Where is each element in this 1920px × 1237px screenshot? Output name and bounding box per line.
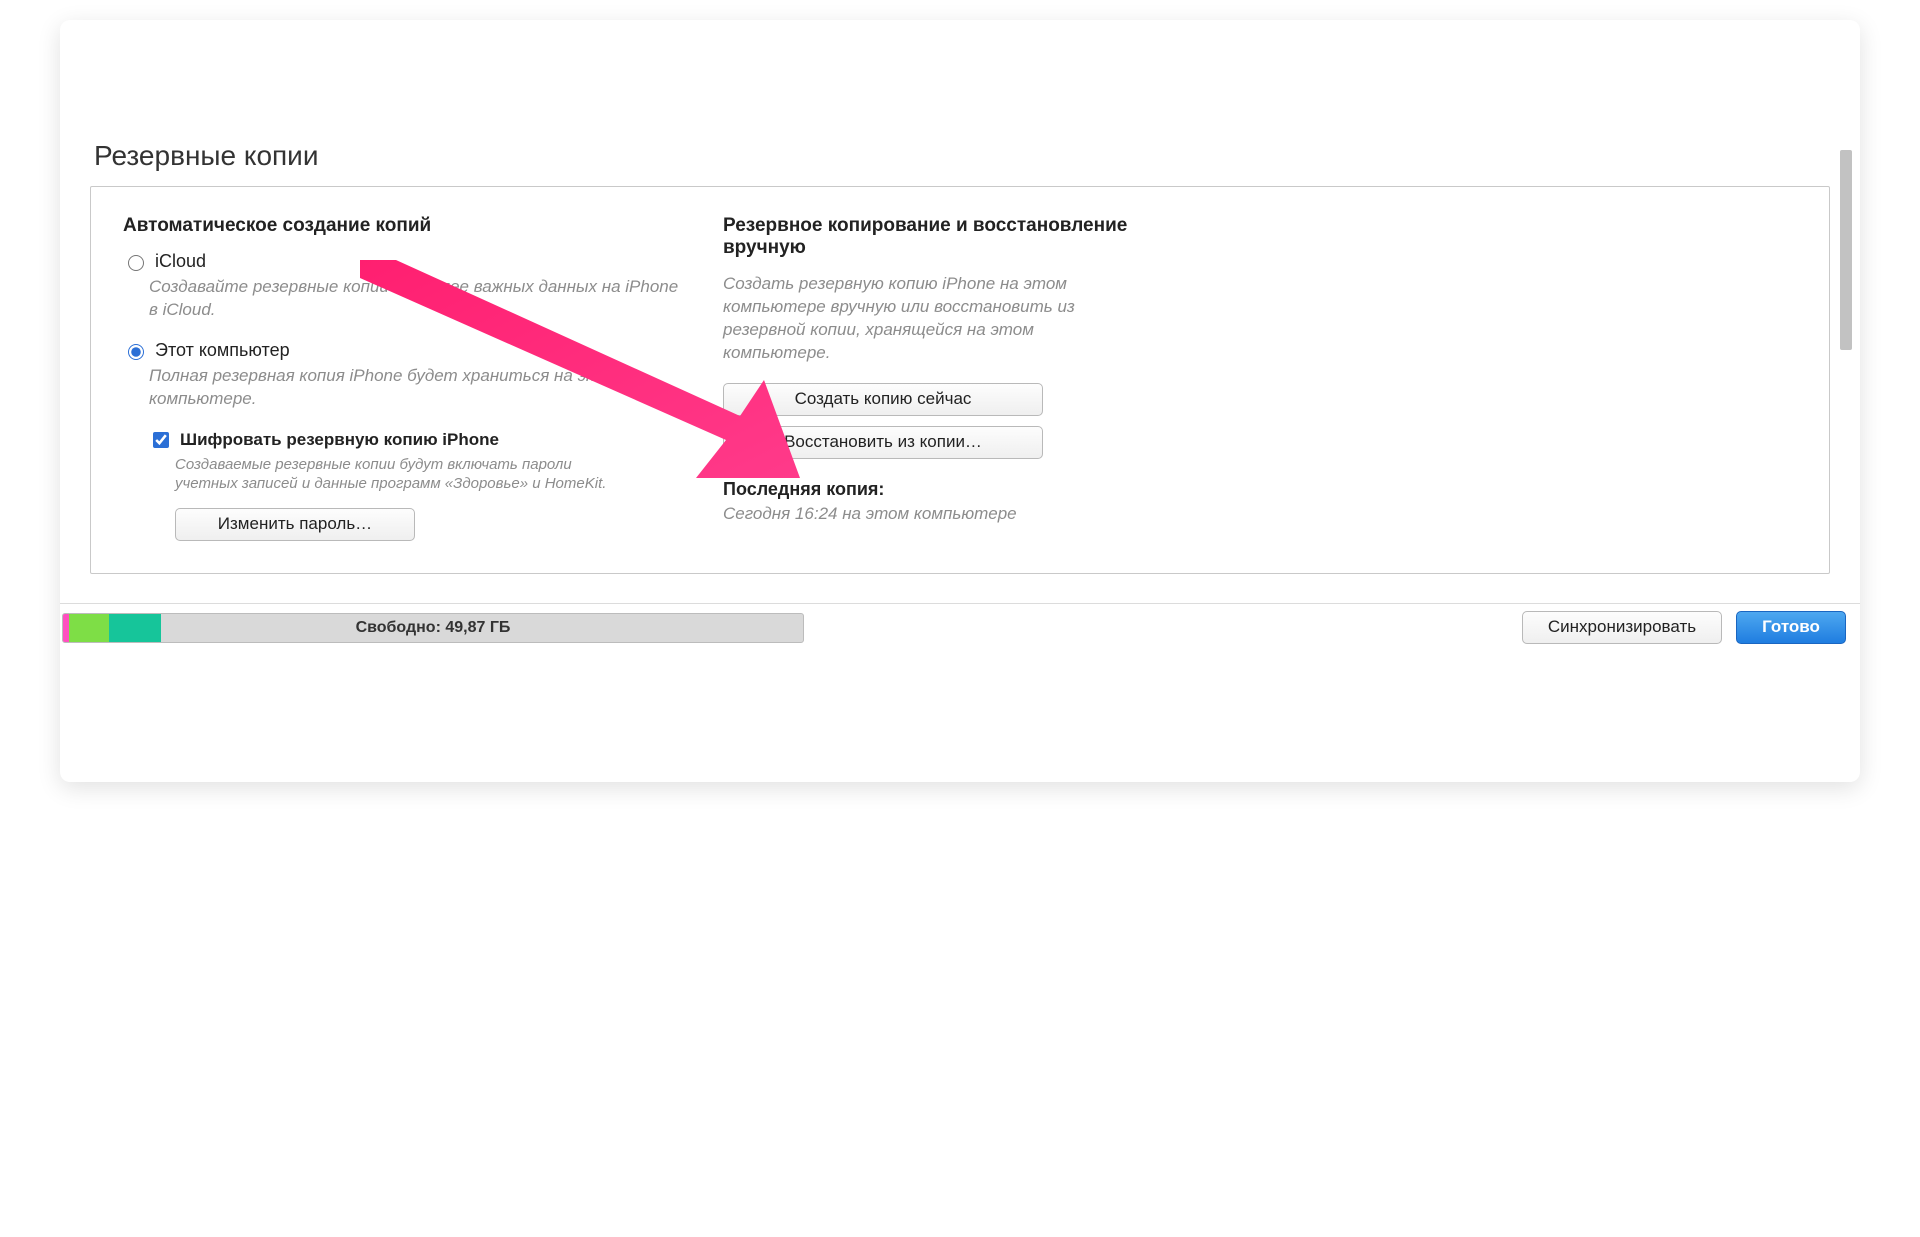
encrypt-row[interactable]: Шифровать резервную копию iPhone bbox=[149, 429, 683, 451]
icloud-desc: Создавайте резервные копии наиболее важн… bbox=[149, 276, 683, 322]
capacity-segment-3 bbox=[109, 614, 161, 642]
backup-now-button[interactable]: Создать копию сейчас bbox=[723, 383, 1043, 416]
last-backup-label: Последняя копия: bbox=[723, 479, 1797, 500]
window: Резервные копии Автоматическое создание … bbox=[60, 20, 1860, 782]
manual-buttons: Создать копию сейчас Восстановить из коп… bbox=[723, 383, 1043, 459]
manual-backup-column: Резервное копирование и восстановление в… bbox=[723, 215, 1797, 541]
capacity-segment-2 bbox=[69, 614, 109, 642]
auto-backup-heading: Автоматическое создание копий bbox=[123, 215, 683, 237]
encrypt-label: Шифровать резервную копию iPhone bbox=[180, 430, 499, 450]
radio-thispc-label: Этот компьютер bbox=[155, 340, 290, 361]
capacity-bar: Свободно: 49,87 ГБ bbox=[62, 613, 804, 643]
footer-buttons: Синхронизировать Готово bbox=[1522, 611, 1846, 644]
thispc-desc: Полная резервная копия iPhone будет хран… bbox=[149, 365, 683, 411]
scrollbar[interactable]: ⌄ bbox=[1840, 150, 1852, 620]
capacity-free-label: Свободно: 49,87 ГБ bbox=[356, 619, 511, 637]
encrypt-desc: Создаваемые резервные копии будут включа… bbox=[175, 455, 635, 494]
done-button[interactable]: Готово bbox=[1736, 611, 1846, 644]
section-title-backups: Резервные копии bbox=[94, 60, 1830, 172]
bottom-bar: Свободно: 49,87 ГБ Синхронизировать Гото… bbox=[60, 603, 1860, 652]
backups-box: Автоматическое создание копий iCloud Соз… bbox=[90, 186, 1830, 574]
auto-backup-column: Автоматическое создание копий iCloud Соз… bbox=[123, 215, 683, 541]
content-area: Резервные копии Автоматическое создание … bbox=[60, 20, 1860, 622]
manual-backup-heading: Резервное копирование и восстановление в… bbox=[723, 215, 1143, 259]
radio-thispc[interactable] bbox=[128, 344, 144, 360]
checkbox-encrypt[interactable] bbox=[153, 432, 169, 448]
radio-icloud-row[interactable]: iCloud bbox=[123, 251, 683, 272]
radio-icloud-label: iCloud bbox=[155, 251, 206, 272]
last-backup-value: Сегодня 16:24 на этом компьютере bbox=[723, 504, 1797, 524]
manual-backup-desc: Создать резервную копию iPhone на этом к… bbox=[723, 273, 1143, 365]
radio-icloud[interactable] bbox=[128, 255, 144, 271]
scrollbar-thumb[interactable] bbox=[1840, 150, 1852, 350]
restore-from-backup-button[interactable]: Восстановить из копии… bbox=[723, 426, 1043, 459]
change-password-button[interactable]: Изменить пароль… bbox=[175, 508, 415, 541]
radio-thispc-row[interactable]: Этот компьютер bbox=[123, 340, 683, 361]
sync-button[interactable]: Синхронизировать bbox=[1522, 611, 1722, 644]
